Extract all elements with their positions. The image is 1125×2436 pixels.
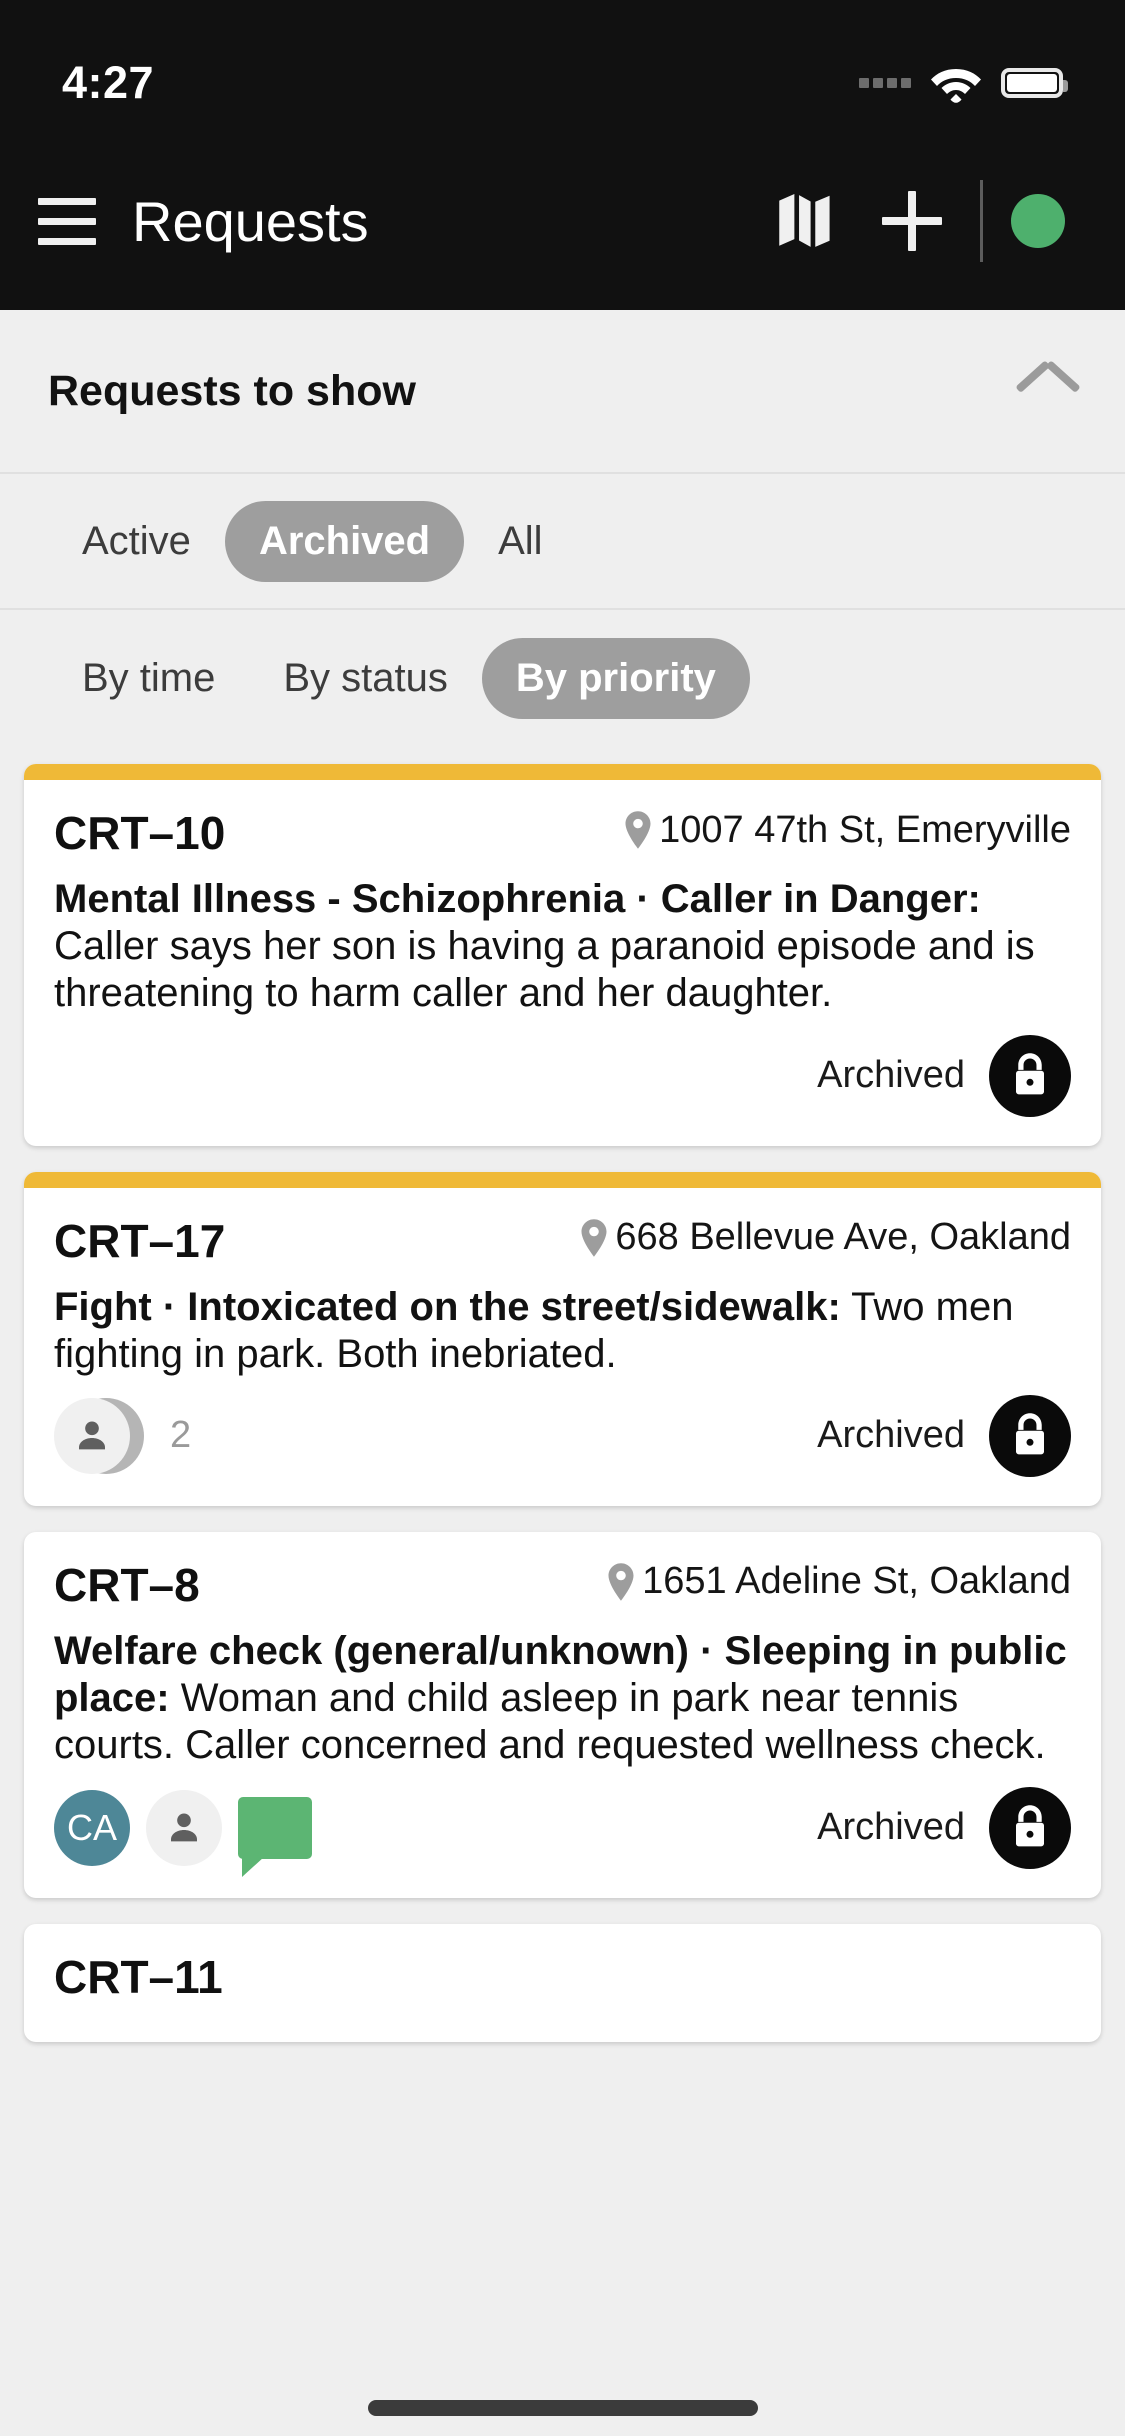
hamburger-menu-icon[interactable] bbox=[36, 190, 98, 253]
person-icon bbox=[171, 1813, 197, 1841]
map-icon bbox=[779, 194, 830, 247]
request-location-text: 1651 Adeline St, Oakland bbox=[642, 1560, 1071, 1603]
lock-icon bbox=[1016, 1413, 1044, 1455]
request-id: CRT–11 bbox=[54, 1950, 223, 2003]
status-bar-time: 4:27 bbox=[62, 57, 155, 108]
status-badge: Archived bbox=[817, 1054, 965, 1097]
person-icon bbox=[79, 1421, 105, 1450]
filter-chip-active[interactable]: Active bbox=[48, 501, 225, 582]
status-bar: 4:27 bbox=[0, 0, 1125, 132]
status-badge: Archived bbox=[817, 1414, 965, 1457]
filter-chip-archived[interactable]: Archived bbox=[224, 500, 465, 582]
filter-chip-all[interactable]: All bbox=[464, 501, 576, 582]
assignee-count: 2 bbox=[170, 1414, 192, 1457]
wifi-icon bbox=[931, 69, 981, 103]
map-pin-icon bbox=[625, 811, 651, 849]
request-location: 668 Bellevue Ave, Oakland bbox=[579, 1216, 1071, 1259]
request-location: 1651 Adeline St, Oakland bbox=[606, 1560, 1071, 1603]
request-card[interactable]: CRT–10 1007 47th St, Emeryville Mental I… bbox=[24, 764, 1101, 1146]
request-id: CRT–10 bbox=[54, 807, 226, 859]
filter-panel-header[interactable]: Requests to show bbox=[0, 310, 1125, 474]
request-location-text: 668 Bellevue Ave, Oakland bbox=[615, 1216, 1071, 1259]
filter-panel: Requests to show Active Archived All By … bbox=[0, 310, 1125, 746]
add-request-button[interactable] bbox=[858, 167, 966, 275]
request-card[interactable]: CRT–17 668 Bellevue Ave, Oakland Fight ·… bbox=[24, 1171, 1101, 1506]
unarchive-button[interactable] bbox=[989, 1034, 1071, 1117]
home-indicator bbox=[367, 2400, 758, 2416]
request-location-text: 1007 47th St, Emeryville bbox=[659, 808, 1071, 851]
priority-accent-bar bbox=[24, 764, 1101, 780]
sort-chip-by-time[interactable]: By time bbox=[48, 638, 249, 719]
sort-filter-row: By time By status By priority bbox=[0, 610, 1125, 746]
app-bar-actions bbox=[750, 167, 1085, 275]
priority-accent-bar bbox=[24, 1171, 1101, 1188]
battery-icon bbox=[1001, 68, 1068, 98]
request-list[interactable]: CRT–10 1007 47th St, Emeryville Mental I… bbox=[0, 746, 1125, 2436]
avatar-initials-text: CA bbox=[66, 1806, 117, 1848]
map-pin-icon bbox=[608, 1563, 634, 1601]
request-badges: 2 bbox=[54, 1397, 192, 1474]
state-filter-row: Active Archived All bbox=[0, 474, 1125, 610]
request-description: Woman and child asleep in park near tenn… bbox=[54, 1676, 1046, 1768]
request-badges: CA bbox=[54, 1789, 312, 1877]
avatar[interactable] bbox=[146, 1789, 222, 1866]
plus-icon bbox=[882, 191, 942, 251]
chevron-up-icon[interactable] bbox=[1019, 372, 1077, 410]
app-bar-divider bbox=[980, 180, 983, 262]
request-description: Caller says her son is having a paranoid… bbox=[54, 924, 1035, 1016]
request-category: Fight · Intoxicated on the street/sidewa… bbox=[54, 1284, 841, 1329]
request-id: CRT–8 bbox=[54, 1558, 200, 1611]
app-screen: 4:27 Requests Requests to show Active Ar… bbox=[0, 0, 1125, 2436]
app-bar: Requests bbox=[0, 132, 1125, 310]
assignee-avatar-stack[interactable] bbox=[54, 1397, 152, 1474]
request-summary: Mental Illness - Schizophrenia · Caller … bbox=[54, 876, 1071, 1018]
lock-icon bbox=[1016, 1804, 1044, 1846]
unarchive-button[interactable] bbox=[989, 1394, 1071, 1477]
chat-bubble-icon[interactable] bbox=[238, 1796, 312, 1877]
request-card[interactable]: CRT–8 1651 Adeline St, Oakland Welfare c… bbox=[24, 1531, 1101, 1898]
request-card[interactable]: CRT–11 bbox=[24, 1923, 1101, 2042]
status-badge: Archived bbox=[817, 1806, 965, 1848]
request-category: Mental Illness - Schizophrenia · Caller … bbox=[54, 877, 981, 921]
request-summary: Fight · Intoxicated on the street/sidewa… bbox=[54, 1284, 1071, 1378]
signal-dots-icon bbox=[859, 78, 911, 88]
map-pin-icon bbox=[581, 1218, 607, 1257]
request-location: 1007 47th St, Emeryville bbox=[623, 809, 1071, 852]
request-id: CRT–17 bbox=[54, 1214, 226, 1267]
sort-chip-by-status[interactable]: By status bbox=[249, 638, 482, 719]
request-summary: Welfare check (general/unknown) · Sleepi… bbox=[54, 1628, 1071, 1770]
filter-panel-title: Requests to show bbox=[48, 366, 416, 415]
status-bar-indicators bbox=[859, 63, 1068, 103]
unarchive-button[interactable] bbox=[989, 1786, 1071, 1869]
lock-icon bbox=[1016, 1052, 1044, 1094]
avatar bbox=[54, 1397, 130, 1474]
avatar-initials[interactable]: CA bbox=[54, 1789, 130, 1866]
online-status-indicator[interactable] bbox=[1011, 194, 1065, 248]
sort-chip-by-priority[interactable]: By priority bbox=[481, 637, 750, 719]
map-button[interactable] bbox=[750, 167, 858, 275]
page-title: Requests bbox=[132, 189, 369, 253]
